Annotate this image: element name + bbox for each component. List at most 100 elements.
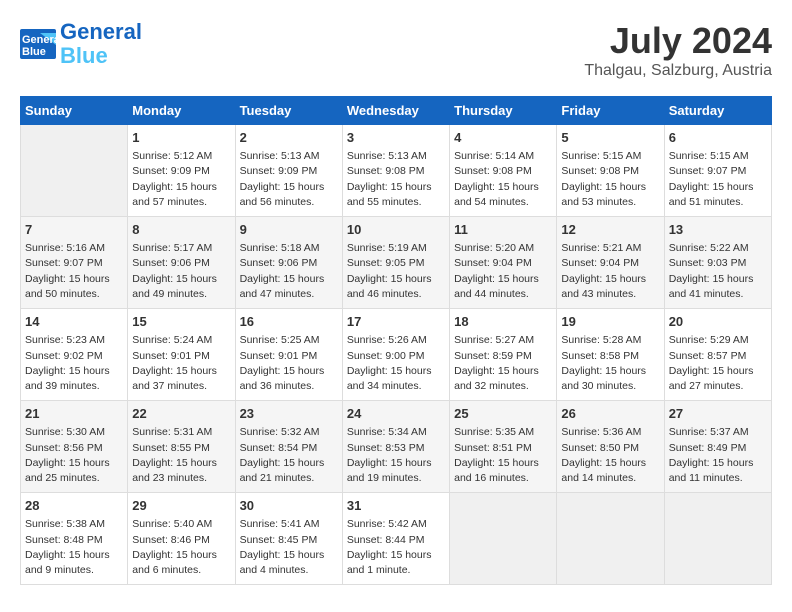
calendar-cell — [450, 493, 557, 585]
day-info: Sunrise: 5:32 AMSunset: 8:54 PMDaylight:… — [240, 425, 338, 486]
day-info: Sunrise: 5:42 AMSunset: 8:44 PMDaylight:… — [347, 517, 445, 578]
day-number: 28 — [25, 497, 123, 515]
logo-icon: General Blue — [20, 29, 56, 59]
svg-text:General: General — [22, 34, 56, 46]
calendar-cell: 31Sunrise: 5:42 AMSunset: 8:44 PMDayligh… — [342, 493, 449, 585]
day-number: 15 — [132, 313, 230, 331]
day-number: 17 — [347, 313, 445, 331]
calendar-cell: 2 Sunrise: 5:13 AMSunset: 9:09 PMDaylight… — [235, 125, 342, 217]
day-info: Sunrise: 5:36 AMSunset: 8:50 PMDaylight:… — [561, 425, 659, 486]
day-number: 26 — [561, 405, 659, 423]
day-number: 5 — [561, 129, 659, 147]
day-number: 2 — [240, 129, 338, 147]
day-number: 7 — [25, 221, 123, 239]
day-info: Sunrise: 5:15 AMSunset: 9:08 PMDaylight:… — [561, 149, 659, 210]
day-info: Sunrise: 5:13 AMSunset: 9:08 PMDaylight:… — [347, 149, 445, 210]
day-info: Sunrise: 5:31 AMSunset: 8:55 PMDaylight:… — [132, 425, 230, 486]
day-info: Sunrise: 5:30 AMSunset: 8:56 PMDaylight:… — [25, 425, 123, 486]
day-number: 13 — [669, 221, 767, 239]
day-number: 19 — [561, 313, 659, 331]
day-info: Sunrise: 5:35 AMSunset: 8:51 PMDaylight:… — [454, 425, 552, 486]
calendar-cell: 30 Sunrise: 5:41 AMSunset: 8:45 PMDayligh… — [235, 493, 342, 585]
day-info: Sunrise: 5:23 AMSunset: 9:02 PMDaylight:… — [25, 333, 123, 394]
calendar-cell: 25Sunrise: 5:35 AMSunset: 8:51 PMDayligh… — [450, 401, 557, 493]
logo: General Blue GeneralBlue — [20, 20, 142, 68]
calendar-cell: 9 Sunrise: 5:18 AMSunset: 9:06 PMDaylight… — [235, 217, 342, 309]
calendar-cell: 8Sunrise: 5:17 AMSunset: 9:06 PMDaylight… — [128, 217, 235, 309]
calendar-header-row: SundayMondayTuesdayWednesdayThursdayFrid… — [21, 97, 772, 125]
calendar-cell: 24Sunrise: 5:34 AMSunset: 8:53 PMDayligh… — [342, 401, 449, 493]
day-info: Sunrise: 5:29 AMSunset: 8:57 PMDaylight:… — [669, 333, 767, 394]
day-number: 10 — [347, 221, 445, 239]
calendar-cell: 11 Sunrise: 5:20 AMSunset: 9:04 PMDayligh… — [450, 217, 557, 309]
day-info: Sunrise: 5:26 AMSunset: 9:00 PMDaylight:… — [347, 333, 445, 394]
day-info: Sunrise: 5:40 AMSunset: 8:46 PMDaylight:… — [132, 517, 230, 578]
week-row-4: 21 Sunrise: 5:30 AMSunset: 8:56 PMDayligh… — [21, 401, 772, 493]
day-number: 18 — [454, 313, 552, 331]
column-header-thursday: Thursday — [450, 97, 557, 125]
day-number: 6 — [669, 129, 767, 147]
day-info: Sunrise: 5:28 AMSunset: 8:58 PMDaylight:… — [561, 333, 659, 394]
day-number: 14 — [25, 313, 123, 331]
calendar-cell: 22 Sunrise: 5:31 AMSunset: 8:55 PMDayligh… — [128, 401, 235, 493]
column-header-saturday: Saturday — [664, 97, 771, 125]
calendar-cell: 23Sunrise: 5:32 AMSunset: 8:54 PMDayligh… — [235, 401, 342, 493]
calendar-cell: 6 Sunrise: 5:15 AMSunset: 9:07 PMDaylight… — [664, 125, 771, 217]
calendar-cell: 3 Sunrise: 5:13 AMSunset: 9:08 PMDaylight… — [342, 125, 449, 217]
day-number: 9 — [240, 221, 338, 239]
day-info: Sunrise: 5:20 AMSunset: 9:04 PMDaylight:… — [454, 241, 552, 302]
title-block: July 2024 Thalgau, Salzburg, Austria — [584, 20, 772, 80]
day-number: 11 — [454, 221, 552, 239]
day-number: 20 — [669, 313, 767, 331]
day-info: Sunrise: 5:15 AMSunset: 9:07 PMDaylight:… — [669, 149, 767, 210]
day-number: 30 — [240, 497, 338, 515]
logo-text: GeneralBlue — [60, 20, 142, 68]
calendar-cell: 18Sunrise: 5:27 AMSunset: 8:59 PMDayligh… — [450, 309, 557, 401]
calendar-cell: 27Sunrise: 5:37 AMSunset: 8:49 PMDayligh… — [664, 401, 771, 493]
day-number: 4 — [454, 129, 552, 147]
week-row-1: 1 Sunrise: 5:12 AMSunset: 9:09 PMDaylight… — [21, 125, 772, 217]
day-info: Sunrise: 5:25 AMSunset: 9:01 PMDaylight:… — [240, 333, 338, 394]
calendar-cell: 17 Sunrise: 5:26 AMSunset: 9:00 PMDayligh… — [342, 309, 449, 401]
calendar-cell: 13Sunrise: 5:22 AMSunset: 9:03 PMDayligh… — [664, 217, 771, 309]
column-header-wednesday: Wednesday — [342, 97, 449, 125]
calendar-cell: 4Sunrise: 5:14 AMSunset: 9:08 PMDaylight… — [450, 125, 557, 217]
day-info: Sunrise: 5:38 AMSunset: 8:48 PMDaylight:… — [25, 517, 123, 578]
location: Thalgau, Salzburg, Austria — [584, 62, 772, 80]
calendar-cell: 21 Sunrise: 5:30 AMSunset: 8:56 PMDayligh… — [21, 401, 128, 493]
day-number: 21 — [25, 405, 123, 423]
day-info: Sunrise: 5:41 AMSunset: 8:45 PMDaylight:… — [240, 517, 338, 578]
day-number: 29 — [132, 497, 230, 515]
calendar-cell — [557, 493, 664, 585]
calendar-cell: 19 Sunrise: 5:28 AMSunset: 8:58 PMDayligh… — [557, 309, 664, 401]
day-number: 27 — [669, 405, 767, 423]
calendar-cell: 26 Sunrise: 5:36 AMSunset: 8:50 PMDayligh… — [557, 401, 664, 493]
day-number: 16 — [240, 313, 338, 331]
column-header-friday: Friday — [557, 97, 664, 125]
day-info: Sunrise: 5:13 AMSunset: 9:09 PMDaylight:… — [240, 149, 338, 210]
calendar-cell: 5 Sunrise: 5:15 AMSunset: 9:08 PMDaylight… — [557, 125, 664, 217]
day-info: Sunrise: 5:21 AMSunset: 9:04 PMDaylight:… — [561, 241, 659, 302]
day-number: 1 — [132, 129, 230, 147]
day-number: 3 — [347, 129, 445, 147]
week-row-2: 7 Sunrise: 5:16 AMSunset: 9:07 PMDaylight… — [21, 217, 772, 309]
day-info: Sunrise: 5:12 AMSunset: 9:09 PMDaylight:… — [132, 149, 230, 210]
day-info: Sunrise: 5:34 AMSunset: 8:53 PMDaylight:… — [347, 425, 445, 486]
day-info: Sunrise: 5:18 AMSunset: 9:06 PMDaylight:… — [240, 241, 338, 302]
svg-text:Blue: Blue — [22, 46, 46, 58]
day-number: 22 — [132, 405, 230, 423]
calendar-cell: 16 Sunrise: 5:25 AMSunset: 9:01 PMDayligh… — [235, 309, 342, 401]
day-info: Sunrise: 5:19 AMSunset: 9:05 PMDaylight:… — [347, 241, 445, 302]
day-number: 12 — [561, 221, 659, 239]
week-row-5: 28 Sunrise: 5:38 AMSunset: 8:48 PMDayligh… — [21, 493, 772, 585]
calendar-cell — [21, 125, 128, 217]
calendar-cell: 12 Sunrise: 5:21 AMSunset: 9:04 PMDayligh… — [557, 217, 664, 309]
calendar-cell: 10 Sunrise: 5:19 AMSunset: 9:05 PMDayligh… — [342, 217, 449, 309]
column-header-tuesday: Tuesday — [235, 97, 342, 125]
month-year: July 2024 — [584, 20, 772, 62]
calendar-cell: 28 Sunrise: 5:38 AMSunset: 8:48 PMDayligh… — [21, 493, 128, 585]
calendar-cell: 14 Sunrise: 5:23 AMSunset: 9:02 PMDayligh… — [21, 309, 128, 401]
week-row-3: 14 Sunrise: 5:23 AMSunset: 9:02 PMDayligh… — [21, 309, 772, 401]
calendar-cell: 29 Sunrise: 5:40 AMSunset: 8:46 PMDayligh… — [128, 493, 235, 585]
day-info: Sunrise: 5:16 AMSunset: 9:07 PMDaylight:… — [25, 241, 123, 302]
